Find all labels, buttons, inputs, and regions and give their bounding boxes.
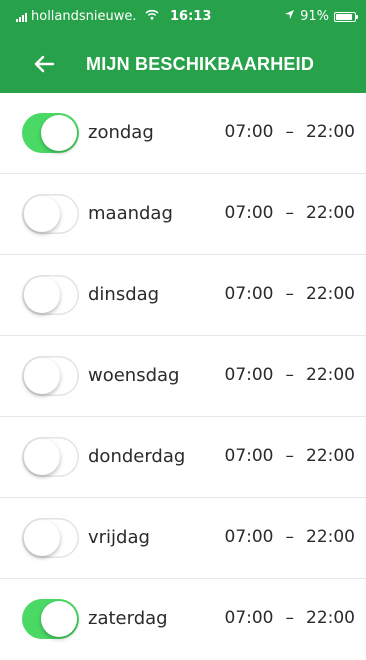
day-toggle[interactable]: [22, 113, 79, 153]
toggle-knob: [41, 601, 77, 637]
day-row: woensdag 07:00–22:00: [0, 336, 366, 417]
wifi-icon: [144, 9, 159, 24]
time-start: 07:00: [224, 365, 274, 385]
time-start: 07:00: [224, 122, 274, 142]
signal-icon: [16, 12, 27, 22]
time-range[interactable]: 07:00–22:00: [225, 122, 356, 142]
status-left: hollandsnieuwe.: [16, 9, 159, 24]
time-end: 22:00: [306, 284, 355, 304]
carrier-name: hollandsnieuwe.: [31, 9, 137, 24]
day-label: zaterdag: [88, 608, 168, 629]
time-start: 07:00: [224, 608, 274, 628]
toggle-knob: [24, 196, 60, 232]
time-separator: –: [285, 365, 295, 385]
time-end: 22:00: [306, 365, 355, 385]
day-toggle[interactable]: [22, 275, 79, 315]
location-arrow-icon: [284, 9, 295, 24]
time-range[interactable]: 07:00–22:00: [225, 365, 356, 385]
day-label: vrijdag: [88, 527, 150, 548]
status-right: 91%: [284, 9, 358, 24]
time-range[interactable]: 07:00–22:00: [225, 608, 356, 628]
time-separator: –: [285, 527, 295, 547]
day-toggle[interactable]: [22, 518, 79, 558]
toggle-knob: [24, 358, 60, 394]
availability-list: zondag 07:00–22:00 maandag 07:00–22:00 dinsd…: [0, 93, 366, 660]
day-toggle[interactable]: [22, 194, 79, 234]
time-separator: –: [285, 284, 295, 304]
day-label: maandag: [88, 203, 173, 224]
time-end: 22:00: [306, 122, 355, 142]
toggle-knob: [41, 115, 77, 151]
toggle-knob: [24, 439, 60, 475]
time-end: 22:00: [306, 608, 355, 628]
toggle-knob: [24, 277, 60, 313]
day-row: vrijdag 07:00–22:00: [0, 498, 366, 579]
time-range[interactable]: 07:00–22:00: [225, 284, 356, 304]
time-range[interactable]: 07:00–22:00: [225, 203, 356, 223]
time-separator: –: [285, 446, 295, 466]
time-start: 07:00: [224, 203, 274, 223]
time-end: 22:00: [306, 203, 355, 223]
time-start: 07:00: [224, 446, 274, 466]
nav-bar: MIJN BESCHIKBAARHEID: [0, 38, 366, 90]
time-separator: –: [285, 203, 295, 223]
battery-percent: 91%: [300, 9, 329, 24]
status-bar: hollandsnieuwe. 16:13 91%: [0, 0, 366, 38]
day-row: zondag 07:00–22:00: [0, 93, 366, 174]
day-row: zaterdag 07:00–22:00: [0, 579, 366, 660]
toggle-knob: [24, 520, 60, 556]
day-toggle[interactable]: [22, 356, 79, 396]
day-toggle[interactable]: [22, 599, 79, 639]
day-row: maandag 07:00–22:00: [0, 174, 366, 255]
time-range[interactable]: 07:00–22:00: [225, 527, 356, 547]
time-start: 07:00: [224, 284, 274, 304]
app-header: hollandsnieuwe. 16:13 91% MIJN BESCHIKBA…: [0, 0, 366, 93]
time-start: 07:00: [224, 527, 274, 547]
battery-icon: [334, 11, 358, 22]
day-row: donderdag 07:00–22:00: [0, 417, 366, 498]
battery-fill: [336, 13, 353, 20]
back-arrow-icon[interactable]: [32, 52, 56, 76]
page-title: MIJN BESCHIKBAARHEID: [86, 53, 315, 74]
status-time: 16:13: [170, 9, 212, 24]
day-toggle[interactable]: [22, 437, 79, 477]
day-row: dinsdag 07:00–22:00: [0, 255, 366, 336]
day-label: zondag: [88, 122, 154, 143]
day-label: dinsdag: [88, 284, 160, 305]
day-label: donderdag: [88, 446, 186, 467]
time-end: 22:00: [306, 446, 355, 466]
time-separator: –: [285, 608, 295, 628]
time-end: 22:00: [306, 527, 355, 547]
time-separator: –: [285, 122, 295, 142]
day-label: woensdag: [88, 365, 180, 386]
time-range[interactable]: 07:00–22:00: [225, 446, 356, 466]
